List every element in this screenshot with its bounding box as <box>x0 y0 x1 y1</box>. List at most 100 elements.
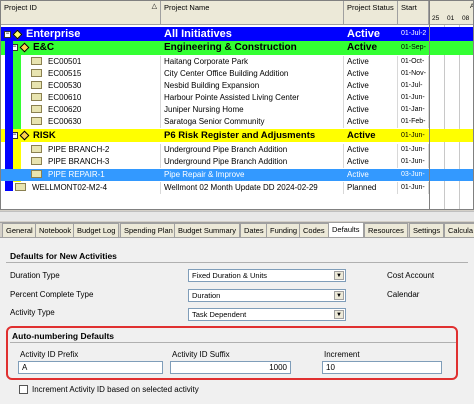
tab-budget-log[interactable]: Budget Log <box>73 223 120 237</box>
tab-defaults[interactable]: Defaults <box>328 222 364 237</box>
column-header-start[interactable]: Start <box>398 1 429 25</box>
tab-dates[interactable]: Dates <box>240 223 268 237</box>
section-divider <box>6 262 468 263</box>
cell-project-id: PIPE BRANCH-3 <box>1 156 161 168</box>
eps-diamond-icon <box>19 130 30 141</box>
table-row[interactable]: EC00630 Saratoga Senior Community Active… <box>1 116 429 128</box>
eps-diamond-icon <box>12 29 23 40</box>
cell-project-id: EC00620 <box>1 104 161 116</box>
table-row[interactable]: EC00515 City Center Office Building Addi… <box>1 68 429 80</box>
column-header-project-status[interactable]: Project Status <box>344 1 398 25</box>
tab-funding[interactable]: Funding <box>266 223 302 237</box>
tab-general[interactable]: General <box>2 223 37 237</box>
tab-spending-plan[interactable]: Spending Plan <box>120 223 177 237</box>
cell-status: Active <box>344 129 398 142</box>
cell-status: Active <box>344 68 398 80</box>
activity-type-select[interactable]: Task Dependent ▼ <box>188 308 346 321</box>
gantt-row-band <box>430 129 473 142</box>
section-divider <box>10 342 456 343</box>
gantt-row-band <box>430 27 473 41</box>
cell-start: 01-Nov- <box>398 68 429 80</box>
cell-project-id: WELLMONT02-M2-4 <box>1 182 161 194</box>
tab-budget-summary[interactable]: Budget Summary <box>174 223 240 237</box>
cell-project-name: P6 Risk Register and Adjusments <box>161 129 344 142</box>
cell-status: Planned <box>344 182 398 194</box>
table-row[interactable]: PIPE BRANCH-2 Underground Pipe Branch Ad… <box>1 144 429 156</box>
pane-splitter[interactable] <box>0 210 474 223</box>
cell-status: Active <box>344 104 398 116</box>
gantt-day-label: 01 <box>447 15 455 22</box>
cell-status: Active <box>344 144 398 156</box>
tab-codes[interactable]: Codes <box>299 223 329 237</box>
chevron-down-icon[interactable]: ▼ <box>334 310 344 319</box>
column-header-label: Project Status <box>347 3 394 12</box>
cell-project-name: Underground Pipe Branch Addition <box>161 156 344 168</box>
cell-start: 01-Jun- <box>398 144 429 156</box>
cell-project-id: EC00610 <box>1 92 161 104</box>
table-row[interactable]: − RISK P6 Risk Register and Adjusments Ac… <box>1 129 429 142</box>
project-folder-icon <box>31 68 42 77</box>
increment-label: Increment <box>324 350 360 359</box>
horizontal-scrollbar[interactable] <box>0 211 474 221</box>
eps-diamond-icon <box>19 42 30 53</box>
cell-status: Active <box>344 92 398 104</box>
project-folder-icon <box>31 169 42 178</box>
cell-project-name: Nesbid Building Expansion <box>161 80 344 92</box>
table-row[interactable]: EC00530 Nesbid Building Expansion Active… <box>1 80 429 92</box>
table-row[interactable]: − E&C Engineering & Construction Active 0… <box>1 41 429 55</box>
cell-project-name: Engineering & Construction <box>161 41 344 55</box>
cell-project-name: City Center Office Building Addition <box>161 68 344 80</box>
gantt-row-band <box>430 169 473 181</box>
project-folder-icon <box>31 92 42 101</box>
cell-start: 01-Oct- <box>398 56 429 68</box>
table-row[interactable]: EC00620 Juniper Nursing Home Active 01-J… <box>1 104 429 116</box>
tab-settings[interactable]: Settings <box>409 223 445 237</box>
table-row-selected[interactable]: PIPE REPAIR-1 Pipe Repair & Improve Acti… <box>1 169 429 181</box>
table-row[interactable]: PIPE BRANCH-3 Underground Pipe Branch Ad… <box>1 156 429 168</box>
tab-resources[interactable]: Resources <box>364 223 408 237</box>
gantt-row-band <box>430 41 473 55</box>
tab-notebook[interactable]: Notebook <box>35 223 76 237</box>
gantt-day-label: 25 <box>432 15 440 22</box>
table-row[interactable]: EC00501 Haitang Corporate Park Active 01… <box>1 56 429 68</box>
detail-tabs: General Notebook Budget Log Spending Pla… <box>0 222 474 237</box>
duration-type-select[interactable]: Fixed Duration & Units ▼ <box>188 269 346 282</box>
increment-activity-id-checkbox[interactable] <box>19 385 28 394</box>
cell-start: 01-Jun- <box>398 129 429 142</box>
column-header-label: Project Name <box>164 3 210 12</box>
column-header-project-id[interactable]: Project ID △ <box>1 1 161 25</box>
row-id-text: EC00620 <box>48 105 82 114</box>
cell-start: 01-Sep- <box>398 41 429 55</box>
project-grid[interactable]: Project ID △ Project Name Project Status… <box>0 0 474 210</box>
activity-id-prefix-input[interactable]: A <box>18 361 163 374</box>
duration-type-label: Duration Type <box>10 271 60 280</box>
percent-complete-type-value: Duration <box>192 291 221 300</box>
activity-id-suffix-input[interactable]: 1000 <box>170 361 291 374</box>
cell-project-name: Pipe Repair & Improve <box>161 169 344 181</box>
cell-project-name: Underground Pipe Branch Addition <box>161 144 344 156</box>
cell-start: 01-Jun- <box>398 156 429 168</box>
section-title-autonumbering: Auto-numbering Defaults <box>12 331 114 341</box>
cell-status: Active <box>344 169 398 181</box>
increment-input[interactable]: 10 <box>322 361 442 374</box>
table-row[interactable]: − Enterprise All Initiatives Active 01-Ju… <box>1 27 429 41</box>
chevron-down-icon[interactable]: ▼ <box>334 291 344 300</box>
column-header-project-name[interactable]: Project Name <box>161 1 344 25</box>
chevron-down-icon[interactable]: ▼ <box>334 271 344 280</box>
tab-calculations[interactable]: Calcula <box>444 223 474 237</box>
cell-start: 01-Jul- <box>398 80 429 92</box>
cost-account-label: Cost Account <box>387 271 435 280</box>
project-folder-icon <box>31 56 42 65</box>
cell-project-id: − Enterprise <box>1 27 161 41</box>
cell-project-id: EC00515 <box>1 68 161 80</box>
table-row[interactable]: EC00610 Harbour Pointe Assisted Living C… <box>1 92 429 104</box>
collapse-icon[interactable]: − <box>4 30 11 38</box>
gantt-chart[interactable]: A 25 01 08 <box>429 1 473 209</box>
percent-complete-type-select[interactable]: Duration ▼ <box>188 289 346 302</box>
cell-status: Active <box>344 27 398 41</box>
table-row[interactable]: WELLMONT02-M2-4 Wellmont 02 Month Update… <box>1 182 429 194</box>
activity-id-prefix-label: Activity ID Prefix <box>20 350 79 359</box>
project-folder-icon <box>31 156 42 165</box>
cell-project-id: − RISK <box>1 129 161 142</box>
row-id-text: PIPE BRANCH-3 <box>48 157 110 166</box>
